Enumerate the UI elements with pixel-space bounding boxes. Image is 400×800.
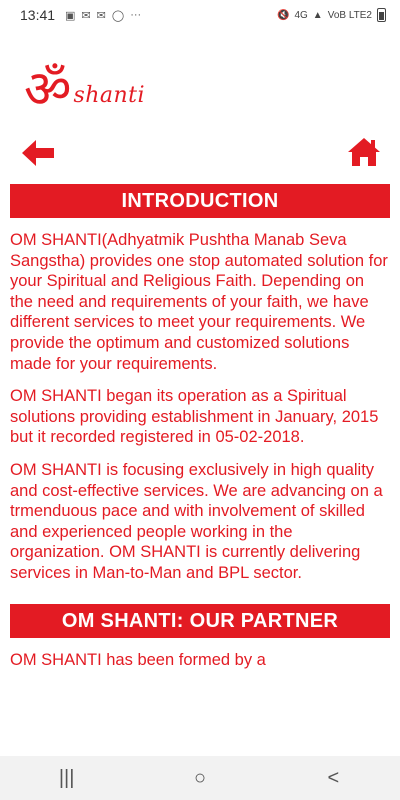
email-icon: ✉ xyxy=(96,9,106,22)
back-arrow-icon xyxy=(22,140,54,166)
home-icon xyxy=(348,138,380,166)
battery-icon xyxy=(377,8,386,22)
image-icon: ▣ xyxy=(65,9,76,22)
section-header-introduction: INTRODUCTION xyxy=(10,184,390,218)
intro-paragraph: OM SHANTI began its operation as a Spiri… xyxy=(10,387,379,447)
system-nav-bar: ||| ○ < xyxy=(0,756,400,800)
status-right: 🔇 4G ▲ VoB LTE2 xyxy=(277,8,386,22)
instagram-icon: ◯ xyxy=(111,9,125,22)
app-logo: ॐ shanti xyxy=(24,56,145,116)
carrier-label: VoB LTE2 xyxy=(327,9,372,21)
nav-row xyxy=(0,134,400,172)
om-logo-icon: ॐ xyxy=(24,60,72,120)
logo-text: shanti xyxy=(73,83,146,108)
status-left: 13:41 ▣ ✉ ✉ ◯ ··· xyxy=(20,7,277,23)
system-home-button[interactable]: ○ xyxy=(170,767,230,790)
home-button[interactable] xyxy=(346,136,382,168)
system-back-button[interactable]: < xyxy=(303,767,363,790)
back-button[interactable] xyxy=(20,138,56,168)
mute-icon: 🔇 xyxy=(277,9,290,21)
status-time: 13:41 xyxy=(20,7,56,23)
network-label: 4G xyxy=(294,9,308,21)
status-bar: 13:41 ▣ ✉ ✉ ◯ ··· 🔇 4G ▲ VoB LTE2 xyxy=(0,0,400,30)
section-header-partner: OM SHANTI: OUR PARTNER xyxy=(10,603,390,638)
content-scroll[interactable]: INTRODUCTION OM SHANTI(Adhyatmik Pushtha… xyxy=(0,184,400,756)
intro-paragraph: OM SHANTI(Adhyatmik Pushtha Manab Seva S… xyxy=(10,231,388,373)
intro-paragraph: OM SHANTI is focusing exclusively in hig… xyxy=(10,460,383,582)
recent-apps-button[interactable]: ||| xyxy=(37,767,97,790)
mail-icon: ✉ xyxy=(81,9,91,22)
partner-paragraph: OM SHANTI has been formed by a xyxy=(10,650,266,669)
more-notifications: ··· xyxy=(130,9,142,21)
signal-icon: ▲ xyxy=(312,9,323,21)
